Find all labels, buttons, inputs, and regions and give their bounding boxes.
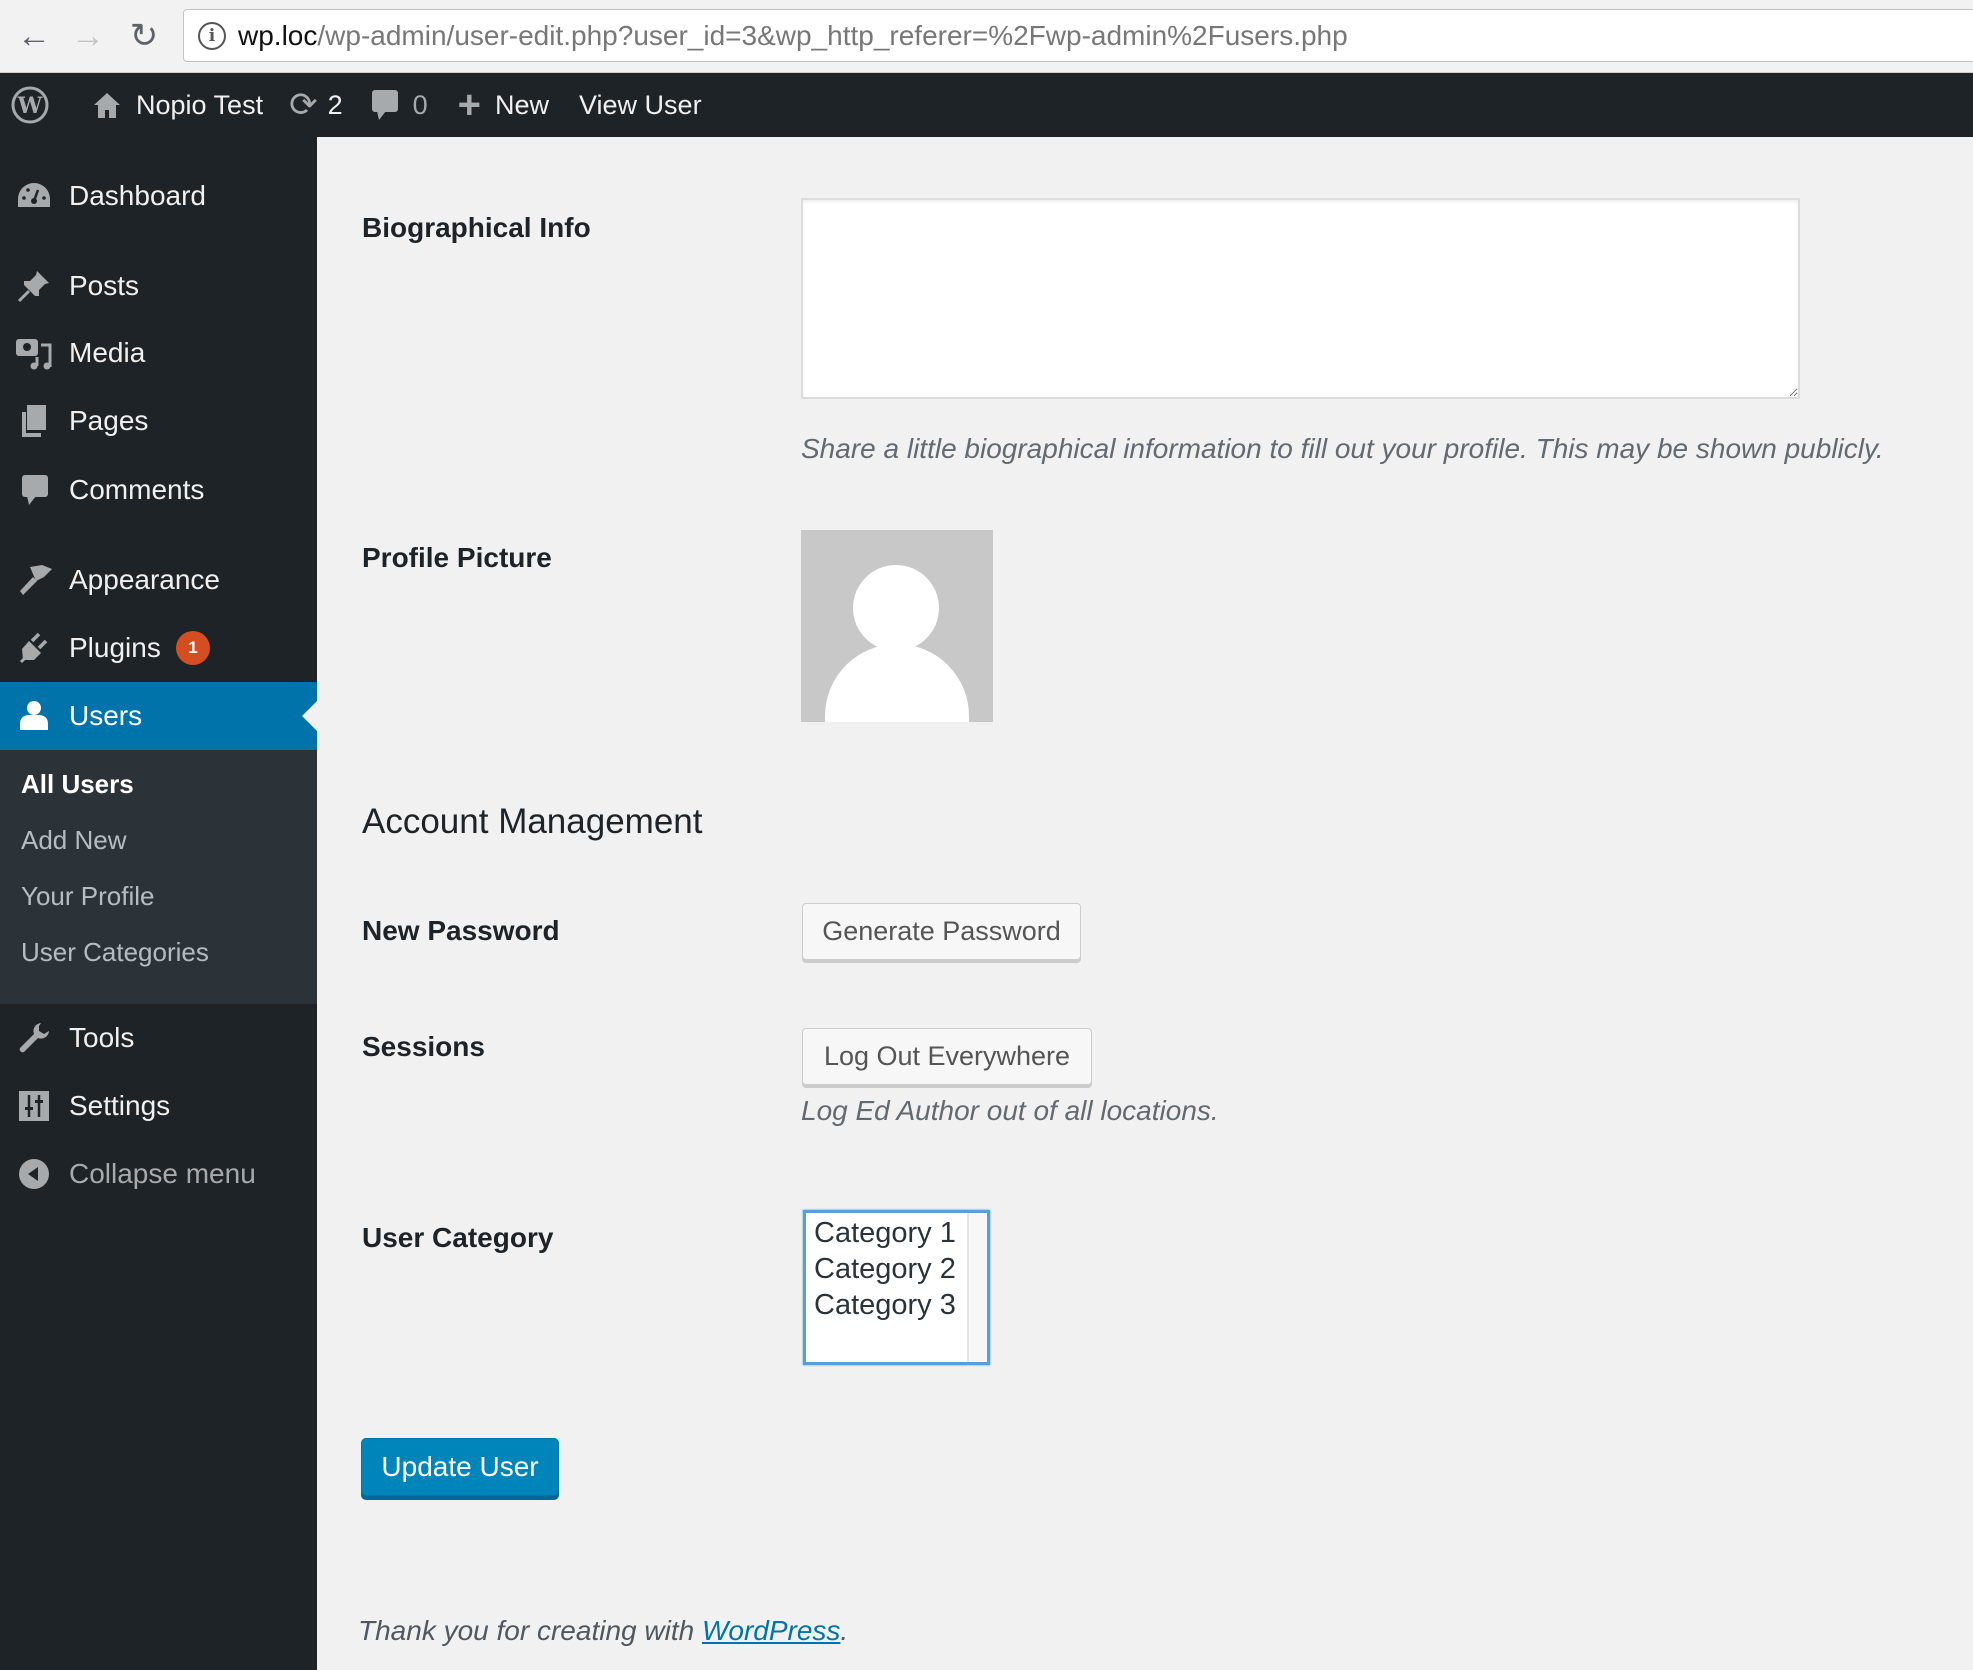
comments-link[interactable]: 0: [371, 73, 428, 137]
address-bar[interactable]: i wp.loc/wp-admin/user-edit.php?user_id=…: [183, 9, 1973, 62]
updates-link[interactable]: ⟳ 2: [289, 73, 343, 137]
site-name: Nopio Test: [136, 89, 264, 120]
sidebar-item-users[interactable]: Users: [0, 682, 317, 750]
sidebar-label: Appearance: [69, 564, 221, 595]
bio-help-text: Share a little biographical information …: [801, 433, 1884, 464]
category-option[interactable]: Category 2: [814, 1253, 956, 1286]
settings-icon: [16, 1088, 52, 1124]
footer-text: Thank you for creating with WordPress.: [358, 1615, 848, 1647]
info-icon[interactable]: i: [198, 21, 226, 50]
sidebar-label: Dashboard: [69, 180, 206, 211]
comments-count: 0: [412, 89, 428, 120]
submenu-your-profile[interactable]: Your Profile: [21, 881, 154, 912]
pushpin-icon: [16, 268, 52, 304]
reload-icon: ↻: [129, 17, 159, 55]
paintbrush-icon: [16, 562, 52, 598]
sidebar-item-media[interactable]: Media: [0, 320, 317, 386]
generate-password-button[interactable]: Generate Password: [802, 903, 1081, 960]
new-label: New: [495, 89, 550, 120]
submenu-add-new[interactable]: Add New: [21, 825, 127, 856]
plugin-update-badge: 1: [176, 631, 210, 665]
home-icon: [92, 90, 122, 120]
sidebar-item-pages[interactable]: Pages: [0, 388, 317, 454]
account-management-heading: Account Management: [362, 802, 703, 841]
collapse-menu-button[interactable]: Collapse menu: [0, 1141, 317, 1207]
sidebar-item-comments[interactable]: Comments: [0, 457, 317, 523]
logout-help-text: Log Ed Author out of all locations.: [801, 1095, 1219, 1126]
updates-icon: ⟳: [289, 86, 318, 124]
sidebar-label: Plugins: [69, 632, 161, 663]
bio-textarea[interactable]: [801, 198, 1800, 399]
collapse-icon: [16, 1156, 52, 1192]
pages-icon: [16, 403, 52, 439]
sidebar-label: Posts: [69, 270, 140, 301]
admin-sidebar: Dashboard Posts Media Pages Comments App…: [0, 137, 317, 1670]
url-path: /wp-admin/user-edit.php?user_id=3&wp_htt…: [317, 19, 1348, 51]
updates-count: 2: [327, 89, 343, 120]
sidebar-label: Tools: [69, 1022, 135, 1053]
footer-suffix: .: [840, 1615, 849, 1646]
sidebar-label: Media: [69, 337, 146, 368]
arrow-left-icon: ←: [17, 16, 51, 55]
sidebar-item-tools[interactable]: Tools: [0, 1005, 317, 1071]
update-user-button[interactable]: Update User: [361, 1438, 559, 1496]
footer-thanks: Thank you for creating with: [358, 1615, 702, 1646]
main-content: Biographical Info Share a little biograp…: [317, 137, 1973, 1670]
media-icon: [16, 335, 52, 371]
sidebar-label: Comments: [69, 474, 205, 505]
submenu-user-categories[interactable]: User Categories: [21, 937, 209, 968]
wordpress-link[interactable]: WordPress: [702, 1615, 840, 1646]
category-option[interactable]: Category 1: [814, 1217, 956, 1250]
forward-button[interactable]: →: [66, 14, 110, 58]
view-user-link[interactable]: View User: [579, 73, 702, 137]
sidebar-item-settings[interactable]: Settings: [0, 1073, 317, 1139]
bio-label: Biographical Info: [362, 212, 591, 243]
sidebar-item-posts[interactable]: Posts: [0, 253, 317, 319]
view-user-label: View User: [579, 89, 702, 120]
category-option[interactable]: Category 3: [814, 1289, 956, 1322]
arrow-right-icon: →: [71, 16, 105, 55]
admin-bar: W Nopio Test ⟳ 2 0 + New View User: [0, 73, 1973, 137]
log-out-everywhere-button[interactable]: Log Out Everywhere: [802, 1028, 1092, 1085]
browser-toolbar: ← → ↻ i wp.loc/wp-admin/user-edit.php?us…: [0, 0, 1973, 73]
collapse-label: Collapse menu: [69, 1158, 256, 1189]
sidebar-label: Settings: [69, 1090, 171, 1121]
submenu-all-users[interactable]: All Users: [21, 769, 134, 800]
reload-button[interactable]: ↻: [122, 14, 166, 58]
avatar-body: [825, 644, 969, 722]
url-host: wp.loc: [238, 19, 318, 51]
listbox-scrollbar[interactable]: [967, 1213, 987, 1362]
comment-icon: [16, 472, 52, 508]
sidebar-item-plugins[interactable]: Plugins 1: [0, 615, 317, 681]
sidebar-item-dashboard[interactable]: Dashboard: [0, 163, 317, 229]
site-name-link[interactable]: Nopio Test: [92, 73, 263, 137]
wp-logo-menu[interactable]: W: [10, 73, 50, 137]
user-category-listbox[interactable]: Category 1 Category 2 Category 3: [803, 1210, 990, 1365]
avatar-head: [853, 565, 939, 651]
user-icon: [16, 698, 52, 734]
dashboard-icon: [16, 178, 52, 214]
comment-icon: [371, 88, 399, 122]
sessions-label: Sessions: [362, 1031, 485, 1062]
users-submenu: All Users Add New Your Profile User Cate…: [0, 750, 317, 1004]
svg-text:W: W: [17, 93, 43, 119]
new-password-label: New Password: [362, 915, 560, 946]
wordpress-logo-icon: W: [10, 85, 50, 125]
new-content-link[interactable]: + New: [458, 73, 549, 137]
avatar: [801, 530, 993, 722]
wrench-icon: [16, 1020, 52, 1056]
plugin-icon: [16, 630, 52, 666]
user-category-label: User Category: [362, 1222, 554, 1253]
sidebar-item-appearance[interactable]: Appearance: [0, 547, 317, 613]
sidebar-label: Users: [69, 700, 143, 731]
sidebar-label: Pages: [69, 405, 149, 436]
plus-icon: +: [457, 82, 481, 127]
profile-picture-label: Profile Picture: [362, 542, 552, 573]
back-button[interactable]: ←: [12, 14, 56, 58]
